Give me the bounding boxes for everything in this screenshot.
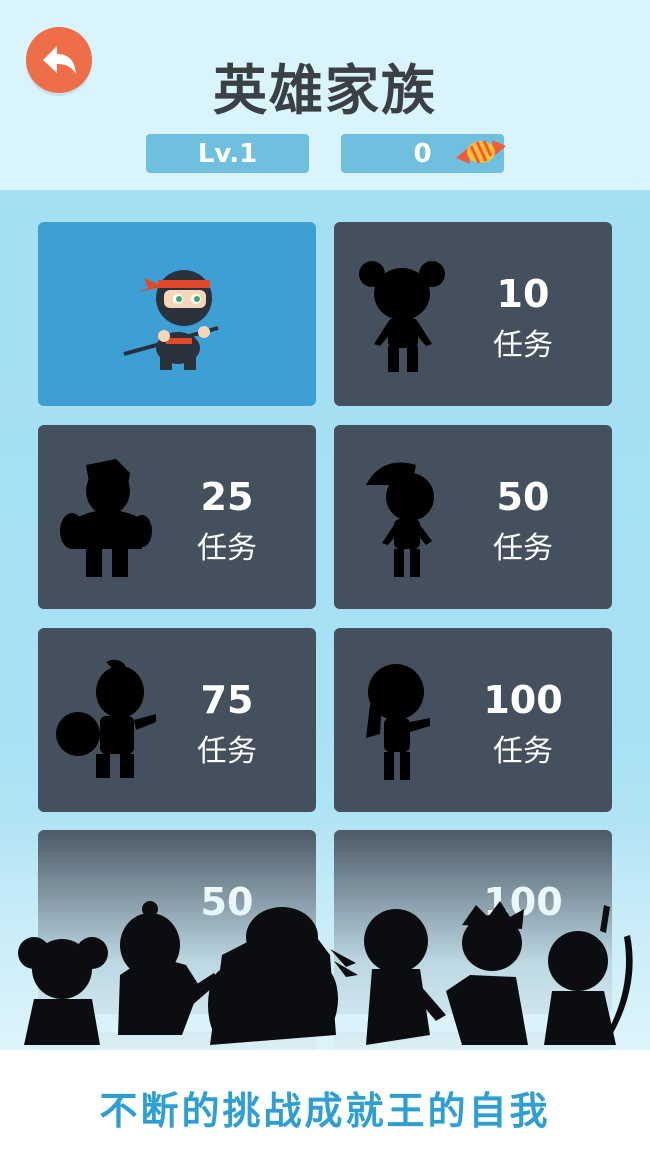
- candy-counter: 0: [341, 134, 506, 173]
- required-count: 25: [200, 475, 254, 519]
- required-count: 100: [483, 678, 563, 722]
- required-count: 75: [200, 678, 254, 722]
- silhouette-icon: [56, 659, 156, 778]
- required-unit: 任务: [493, 531, 553, 566]
- hero-card-locked-2[interactable]: 25 任务: [38, 425, 316, 609]
- required-unit: 任务: [493, 734, 553, 769]
- required-unit: 任务: [197, 734, 257, 769]
- hero-card-locked-5[interactable]: 100 任务: [334, 628, 612, 812]
- required-count: 10: [496, 272, 550, 316]
- silhouette-icon: [366, 664, 430, 780]
- required-unit: 任务: [197, 531, 257, 566]
- hero-card-locked-1[interactable]: 10 任务: [334, 222, 612, 406]
- required-count: 50: [496, 475, 550, 519]
- level-badge: Lv.1: [146, 134, 309, 173]
- page-title: 英雄家族: [213, 59, 437, 122]
- footer: 不断的挑战成就王的自我: [0, 1050, 650, 1156]
- header: 英雄家族 Lv.1 0: [0, 0, 650, 190]
- slogan-text: 不断的挑战成就王的自我: [99, 1089, 551, 1133]
- silhouette-icon: [366, 462, 434, 577]
- required-unit: 任务: [493, 328, 553, 363]
- hero-card-locked-3[interactable]: 50 任务: [334, 425, 612, 609]
- footer-wave-edge: [0, 1050, 650, 1060]
- hero-card-locked-4[interactable]: 75 任务: [38, 628, 316, 812]
- silhouette-icon: [359, 261, 445, 372]
- silhouette-icon: [60, 459, 152, 577]
- candy-count: 0: [413, 138, 432, 169]
- hero-card-ninja[interactable]: [38, 222, 316, 406]
- candy-icon: [456, 140, 506, 164]
- ninja-hero-icon: [123, 270, 219, 370]
